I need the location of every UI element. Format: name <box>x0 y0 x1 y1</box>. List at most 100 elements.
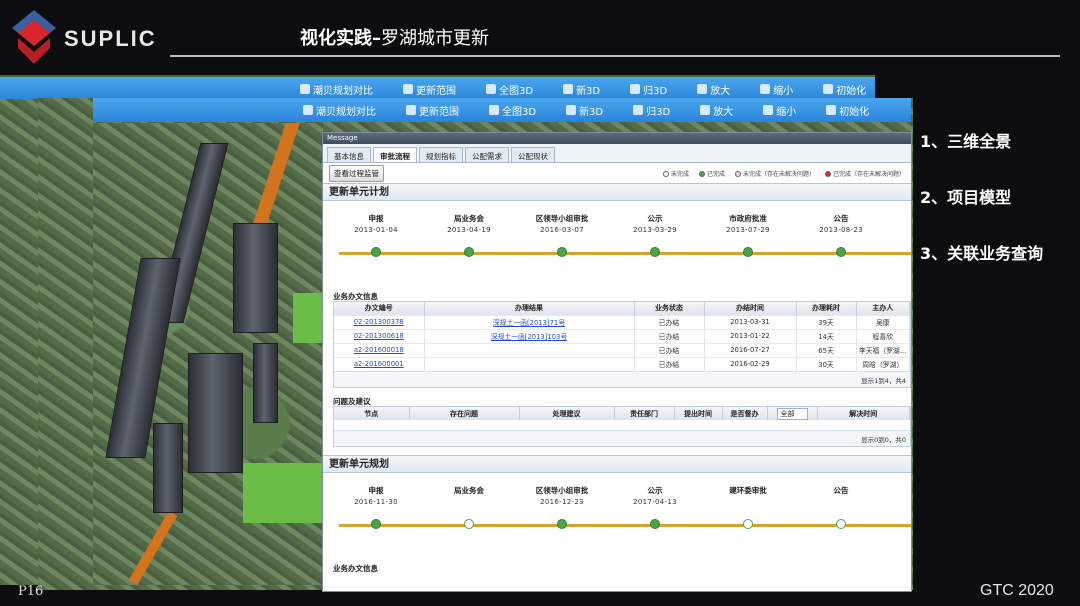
toolbar-item-full3d[interactable]: 全图3D <box>486 82 533 97</box>
step-date <box>424 498 514 506</box>
step-date: 2013-03-29 <box>633 226 677 234</box>
timeline-step[interactable]: 公示 2017-04-13 <box>610 485 700 529</box>
3d-city-view[interactable] <box>93 123 323 585</box>
doc-number-link[interactable]: a2-201600001 <box>334 356 425 371</box>
toolbar-item-zoom-out[interactable]: 缩小 <box>760 82 793 97</box>
doc-number-link[interactable]: a2-201600018 <box>334 342 425 357</box>
message-dialog: Message 基本信息 审批流程 规划指标 公配需求 公配现状 查看过程监管 … <box>322 132 912 592</box>
step-label: 公告 <box>833 214 849 223</box>
step-pending-icon <box>464 519 474 529</box>
step-complete-icon <box>464 247 474 257</box>
table-row[interactable]: 02-201300378 深规土一函[2013]71号 已办结 2013-03-… <box>334 314 910 329</box>
timeline-step[interactable]: 申报 2016-11-30 <box>331 485 421 529</box>
doc-info-grid: 办文编号 办理结果 业务状态 办结时间 办理耗时 主办人 02-20130037… <box>333 301 911 388</box>
timeline-step[interactable]: 申报 2013-01-04 <box>331 213 421 257</box>
reset-icon <box>826 105 837 115</box>
toolbar-item-zoom-out[interactable]: 缩小 <box>763 103 796 118</box>
toolbar-item-back3d[interactable]: 归3D <box>633 103 670 118</box>
column-header[interactable]: 解决时间 <box>817 407 910 420</box>
doc-number-link[interactable]: 02-201300378 <box>334 314 425 329</box>
doc-duration: 39天 <box>796 314 857 329</box>
column-header[interactable]: 提出时间 <box>674 407 723 420</box>
step-date: 2016-11-30 <box>354 498 398 506</box>
doc-status: 已办结 <box>634 356 705 371</box>
plan-timeline: 申报 2013-01-04 局业务会 2013-04-19 区领导小组审批 2016-03… <box>323 201 911 289</box>
column-header[interactable]: 处理建议 <box>519 407 615 420</box>
toolbar-item-new3d[interactable]: 新3D <box>563 82 600 97</box>
timeline-step[interactable]: 局业务会 2013-04-19 <box>424 213 514 257</box>
column-header[interactable]: 是否督办 <box>722 407 768 420</box>
toolbar-item-zoom-in[interactable]: 放大 <box>697 82 730 97</box>
toolbar-item-range[interactable]: 更新范围 <box>406 103 459 118</box>
timeline-step[interactable]: 公告 2013-08-23 <box>796 213 886 257</box>
column-header[interactable]: 存在问题 <box>409 407 520 420</box>
view-process-button[interactable]: 查看过程监管 <box>329 164 384 182</box>
column-header[interactable]: 办理结果 <box>424 302 635 315</box>
table-row[interactable]: 02-201300618 深规土一函[2013]103号 已办结 2013-01… <box>334 328 910 343</box>
timeline-step[interactable]: 局业务会 <box>424 485 514 529</box>
column-header[interactable]: 节点 <box>334 407 410 420</box>
doc-duration: 65天 <box>796 342 857 357</box>
doc-status: 已办结 <box>634 314 705 329</box>
supervise-filter[interactable]: 全部 <box>767 407 818 420</box>
tab-approval-process[interactable]: 审批流程 <box>373 147 417 162</box>
doc-number-link[interactable]: 02-201300618 <box>334 328 425 343</box>
toolbar-item-reset[interactable]: 初始化 <box>823 82 866 97</box>
column-header[interactable]: 办理耗时 <box>796 302 857 315</box>
doc-handler: 吴康 <box>856 314 910 329</box>
status-dot-icon <box>734 171 741 177</box>
header-divider <box>170 55 1060 57</box>
toolbar-item-reset[interactable]: 初始化 <box>826 103 869 118</box>
column-header[interactable]: 办文编号 <box>334 302 425 315</box>
step-complete-icon <box>743 247 753 257</box>
step-pending-icon <box>743 519 753 529</box>
compare-icon <box>303 105 313 115</box>
timeline-line <box>339 252 911 255</box>
toolbar-item-range[interactable]: 更新范围 <box>403 82 456 97</box>
doc-result <box>424 342 635 357</box>
suplic-logo-icon <box>12 10 56 64</box>
status-dot-icon <box>824 171 831 177</box>
timeline-step[interactable]: 公告 <box>796 485 886 529</box>
slide-title: 视化实践–罗湖城市更新 <box>300 28 489 49</box>
table-row[interactable]: a2-201600001 已办结 2016-02-29 30天 周晗（罗湖） <box>334 356 910 371</box>
globe-icon <box>486 84 496 94</box>
step-label: 建环委审批 <box>729 486 767 495</box>
tab-planning-indicators[interactable]: 规划指标 <box>419 147 463 162</box>
legend-item: 已完成（存在未解决问题） <box>824 169 905 178</box>
toolbar-item-back3d[interactable]: 归3D <box>630 82 667 97</box>
column-header[interactable]: 责任部门 <box>614 407 675 420</box>
supervise-select[interactable]: 全部 <box>776 407 808 420</box>
column-header[interactable]: 办结时间 <box>704 302 797 315</box>
tab-basic-info[interactable]: 基本信息 <box>327 147 371 162</box>
timeline-step[interactable]: 区领导小组审批 2016-03-07 <box>517 213 607 257</box>
new-icon <box>563 84 574 94</box>
column-header[interactable]: 业务状态 <box>634 302 705 315</box>
toolbar-item-zoom-in[interactable]: 放大 <box>700 103 733 118</box>
compare-icon <box>300 84 310 94</box>
toolbar-item-compare[interactable]: 潮贝规划对比 <box>303 103 376 118</box>
step-label: 区领导小组审批 <box>535 214 589 223</box>
issue-table-header: 节点 存在问题 处理建议 责任部门 提出时间 是否督办 全部 解决时间 <box>334 407 910 420</box>
timeline-step[interactable]: 区领导小组审批 2016-12-23 <box>517 485 607 529</box>
tab-facility-demand[interactable]: 公配需求 <box>465 147 509 162</box>
doc-result-link[interactable]: 深规土一函[2013]71号 <box>424 314 635 329</box>
dialog-title: Message <box>323 133 911 144</box>
timeline-step[interactable]: 市政府批准 2013-07-29 <box>703 213 793 257</box>
timeline-step[interactable]: 公示 2013-03-29 <box>610 213 700 257</box>
step-date: 2016-12-23 <box>540 498 584 506</box>
step-label: 局业务会 <box>454 486 484 495</box>
status-dot-icon <box>662 171 669 177</box>
toolbar-item-compare[interactable]: 潮贝规划对比 <box>300 82 373 97</box>
doc-result-link[interactable]: 深规土一函[2013]103号 <box>424 328 635 343</box>
tab-facility-status[interactable]: 公配现状 <box>511 147 555 162</box>
timeline-step[interactable]: 建环委审批 <box>703 485 793 529</box>
doc-info-heading: 业务办文信息 <box>333 292 378 301</box>
table-row[interactable]: a2-201600018 已办结 2016-07-27 65天 李天福（罗湖… <box>334 342 910 357</box>
step-complete-icon <box>836 247 846 257</box>
toolbar-item-full3d[interactable]: 全图3D <box>489 103 536 118</box>
brand-name: SUPLIC <box>64 26 157 51</box>
toolbar-item-new3d[interactable]: 新3D <box>566 103 603 118</box>
range-icon <box>403 84 413 94</box>
column-header[interactable]: 主办人 <box>856 302 910 315</box>
